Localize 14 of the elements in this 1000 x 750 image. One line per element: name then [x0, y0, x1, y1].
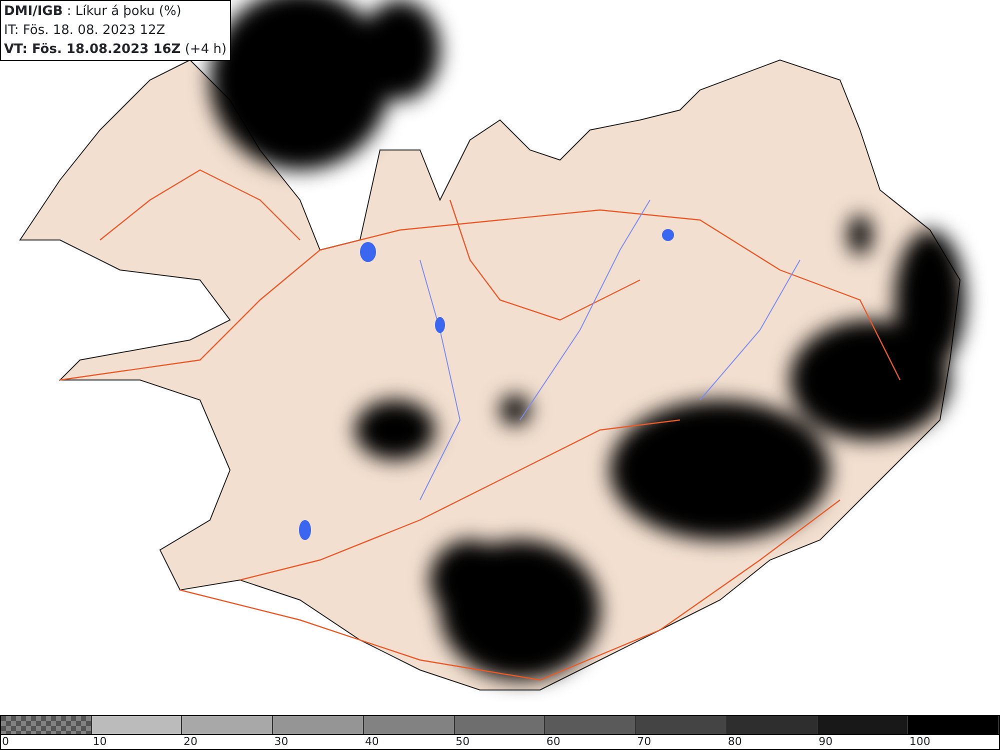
scale-label: 60	[546, 735, 560, 748]
info-line: DMI/IGB : Líkur á þoku (%)	[4, 3, 182, 21]
scale-label: 40	[364, 735, 379, 748]
scale-label: 70	[637, 735, 652, 748]
scale-label: 30	[274, 735, 288, 748]
scale-label: 10	[92, 735, 107, 748]
scale-label: 80	[728, 735, 742, 748]
scale-label: 90	[818, 735, 833, 748]
info-line: IT: Fös. 18. 08. 2023 12Z	[4, 22, 166, 40]
scale-label: 20	[183, 735, 198, 748]
scale-label: 100	[909, 735, 930, 748]
scale-label: 0	[2, 735, 9, 748]
info-line: VT: Fös. 18.08.2023 16Z (+4 h)	[4, 41, 227, 59]
scale-label: 50	[456, 735, 470, 748]
